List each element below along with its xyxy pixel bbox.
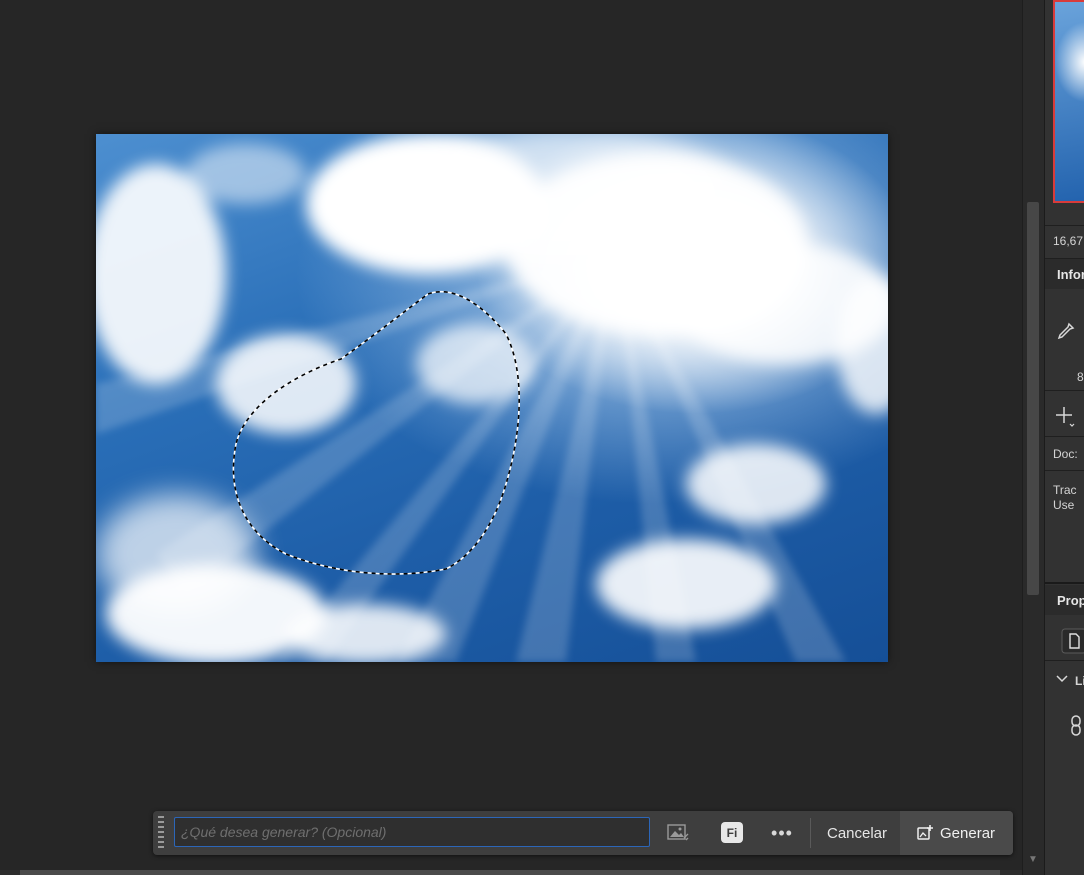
divider [1045,225,1084,226]
info-value: 8 [1077,370,1084,384]
properties-panel-title: Prop [1057,593,1084,608]
divider [1045,390,1084,391]
photo-artwork [96,134,888,662]
generate-prompt-input[interactable] [174,817,650,847]
navigator-thumbnail[interactable] [1053,0,1084,203]
generate-button[interactable]: Generar [900,811,1013,855]
document-icon[interactable] [1061,628,1084,659]
link-icon[interactable] [1069,715,1083,742]
reference-image-icon[interactable] [667,823,689,843]
canvas-vertical-scrollbar[interactable]: ▼ [1022,0,1045,875]
linked-section-label[interactable]: Li [1075,674,1084,688]
generate-icon [917,825,933,840]
divider [810,818,811,848]
drag-handle[interactable] [158,816,164,850]
document-label: Doc: [1053,447,1078,461]
generate-label: Generar [940,824,996,842]
hint-line-1: Trac [1053,483,1077,497]
chevron-down-icon[interactable] [1055,672,1069,689]
canvas-horizontal-scrollbar[interactable] [0,870,1022,875]
eyedropper-icon[interactable] [1055,322,1075,347]
divider [1045,436,1084,437]
info-panel-header[interactable]: Infor [1045,259,1084,289]
cancel-button[interactable]: Cancelar [817,815,897,851]
divider [1045,660,1084,661]
right-panels: 16,67 Infor 8 Doc: Trac Use Prop Li [1044,0,1084,875]
properties-panel-header[interactable]: Prop [1045,585,1084,615]
more-options-icon[interactable]: ••• [769,823,795,843]
contextual-task-bar: Fi ••• Cancelar Generar [153,811,1013,855]
divider [1045,582,1084,584]
document-canvas[interactable] [0,0,1022,875]
crosshair-icon[interactable] [1055,406,1077,433]
info-panel-title: Infor [1057,267,1084,282]
hint-line-2: Use [1053,498,1075,512]
zoom-value[interactable]: 16,67 [1053,234,1083,248]
sky-photo[interactable] [96,134,888,662]
vertical-scroll-thumb[interactable] [1027,202,1039,595]
divider [1045,470,1084,471]
firefly-badge-icon[interactable]: Fi [721,822,743,843]
scroll-down-icon[interactable]: ▼ [1028,854,1038,865]
horizontal-scroll-thumb[interactable] [20,870,1000,875]
